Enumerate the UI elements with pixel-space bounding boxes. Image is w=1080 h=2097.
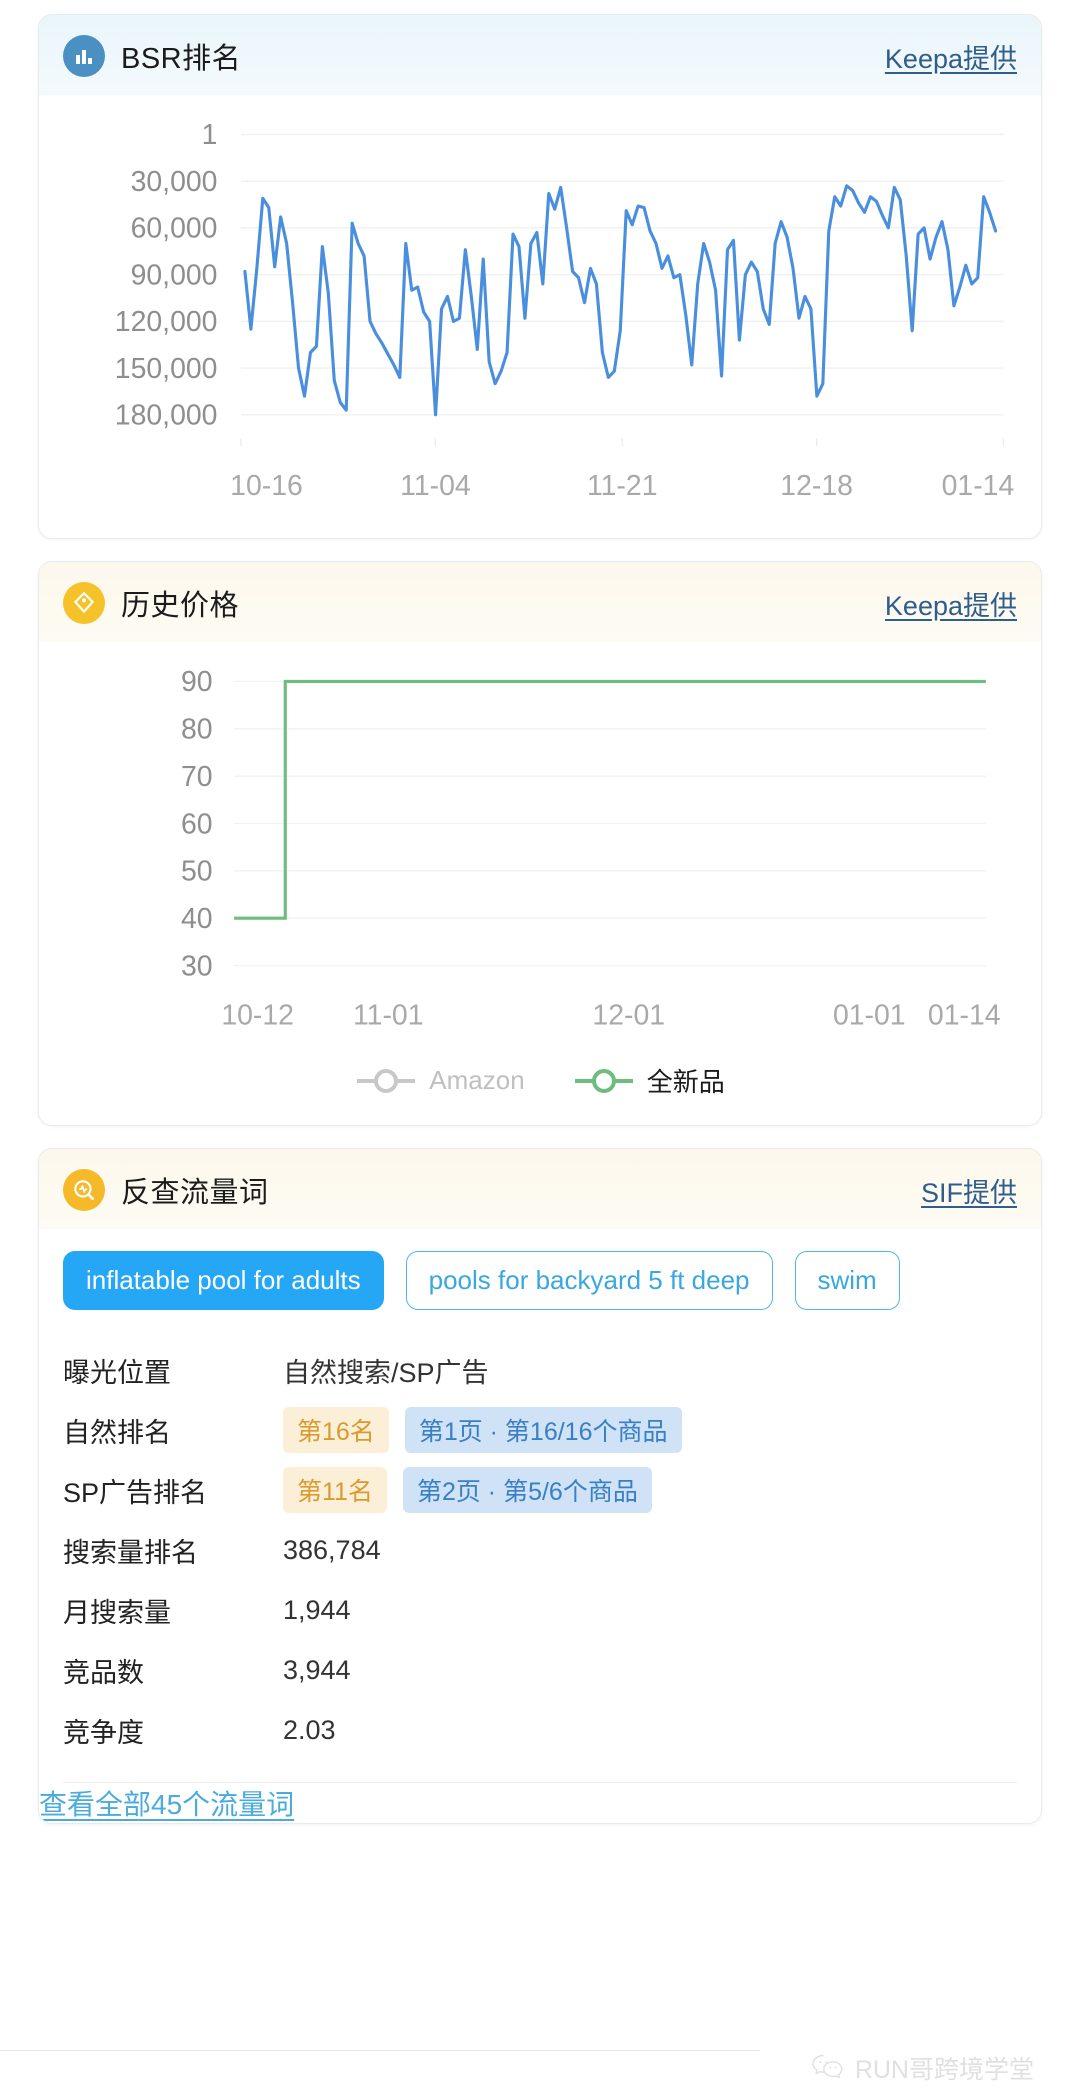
svg-text:1: 1 (202, 119, 218, 151)
row-value-text: 386,784 (283, 1534, 381, 1565)
position-badge: 第1页 · 第16/16个商品 (404, 1407, 682, 1454)
svg-text:30,000: 30,000 (131, 166, 218, 198)
table-row: 曝光位置 自然搜索/SP广告 (63, 1340, 1017, 1400)
row-value: 1,944 (283, 1595, 351, 1626)
price-history-card: 历史价格 Keepa提供 90 80 70 60 50 40 30 10-12 11-01 12… (38, 561, 1042, 1127)
table-row: 自然排名 第16名 第1页 · 第16/16个商品 (63, 1400, 1017, 1460)
legend-marker-icon (574, 1068, 633, 1093)
row-label: 月搜索量 (63, 1597, 171, 1628)
search-pulse-icon (63, 1169, 105, 1212)
watermark: RUN哥跨境学堂 (811, 2050, 1034, 2086)
row-label: 自然排名 (63, 1417, 171, 1448)
svg-text:90,000: 90,000 (131, 259, 218, 291)
position-badge: 第2页 · 第5/6个商品 (402, 1467, 652, 1514)
keyword-source-link[interactable]: SIF提供 (921, 1171, 1017, 1210)
footer-divider (0, 2050, 760, 2051)
rank-badge: 第16名 (283, 1407, 389, 1454)
svg-text:01-14: 01-14 (942, 470, 1015, 502)
view-all-keywords-link[interactable]: 查看全部45个流量词 (39, 1761, 294, 1823)
svg-text:11-01: 11-01 (353, 1000, 424, 1032)
bsr-chart-body: 1 30,000 60,000 90,000 120,000 150,000 180,000… (39, 95, 1041, 539)
keyword-header-left: 反查流量词 (63, 1169, 269, 1212)
table-row: 竞品数 3,944 (63, 1640, 1017, 1700)
row-value-text: 1,944 (283, 1594, 351, 1625)
legend-item-new[interactable]: 全新品 (573, 1062, 725, 1099)
watermark-text: RUN哥跨境学堂 (854, 2056, 1034, 2084)
row-value: 自然搜索/SP广告 (283, 1351, 489, 1390)
keyword-chip-list[interactable]: inflatable pool for adults pools for bac… (39, 1229, 1041, 1326)
price-source-link[interactable]: Keepa提供 (885, 584, 1017, 623)
table-row: 搜索量排名 386,784 (63, 1520, 1017, 1580)
price-card-header: 历史价格 Keepa提供 (39, 562, 1041, 643)
price-chart-body: 90 80 70 60 50 40 30 10-12 11-01 12-01 01-01 01-14 (39, 642, 1041, 1057)
svg-text:70: 70 (181, 761, 213, 793)
row-label: 搜索量排名 (63, 1537, 198, 1568)
svg-text:10-12: 10-12 (221, 1000, 294, 1032)
row-label: 竞争度 (63, 1717, 144, 1748)
legend-label-new: 全新品 (646, 1067, 725, 1098)
svg-text:50: 50 (181, 856, 213, 888)
keyword-chip[interactable]: pools for backyard 5 ft deep (405, 1251, 773, 1311)
bsr-header-left: BSR排名 (63, 35, 241, 77)
price-legend: Amazon 全新品 (39, 1056, 1041, 1126)
svg-text:40: 40 (181, 903, 213, 935)
svg-text:11-21: 11-21 (587, 470, 658, 502)
row-value: 2.03 (283, 1715, 336, 1746)
row-value: 3,944 (283, 1655, 351, 1686)
keyword-card-title: 反查流量词 (121, 1177, 269, 1210)
bar-chart-icon (63, 35, 105, 77)
bsr-line-chart[interactable]: 1 30,000 60,000 90,000 120,000 150,000 180,000… (45, 105, 1025, 526)
row-label: SP广告排名 (63, 1477, 208, 1508)
svg-text:80: 80 (181, 714, 213, 746)
svg-text:120,000: 120,000 (115, 306, 218, 338)
bsr-card-header: BSR排名 Keepa提供 (39, 15, 1041, 95)
svg-text:11-04: 11-04 (400, 470, 471, 502)
svg-text:10-16: 10-16 (230, 470, 303, 502)
keyword-card-header: 反查流量词 SIF提供 (39, 1149, 1041, 1230)
svg-text:12-01: 12-01 (592, 1000, 665, 1032)
traffic-keyword-card: 反查流量词 SIF提供 inflatable pool for adults p… (38, 1148, 1042, 1825)
svg-text:90: 90 (181, 667, 213, 699)
bsr-rank-card: BSR排名 Keepa提供 1 30,000 60,000 90,000 120,000… (38, 14, 1042, 540)
row-value-text: 自然搜索/SP广告 (283, 1357, 489, 1388)
keyword-spec-table: 曝光位置 自然搜索/SP广告 自然排名 第16名 第1页 · 第16/16个商品… (39, 1326, 1041, 1770)
row-value-text: 3,944 (283, 1654, 351, 1685)
table-row: SP广告排名 第11名 第2页 · 第5/6个商品 (63, 1460, 1017, 1520)
footer-watermark-bar: RUN哥跨境学堂 (0, 2039, 1080, 2097)
table-row: 月搜索量 1,944 (63, 1580, 1017, 1640)
rank-badge: 第11名 (283, 1467, 387, 1514)
bsr-source-link[interactable]: Keepa提供 (885, 37, 1017, 76)
svg-text:60: 60 (181, 809, 213, 841)
svg-text:150,000: 150,000 (115, 353, 218, 385)
svg-text:12-18: 12-18 (780, 470, 853, 502)
row-label: 竞品数 (63, 1657, 144, 1688)
row-value-text: 2.03 (283, 1714, 336, 1745)
price-header-left: 历史价格 (63, 582, 240, 625)
wechat-icon (812, 2054, 843, 2079)
svg-text:30: 30 (181, 951, 213, 983)
legend-label-amazon: Amazon (429, 1065, 525, 1096)
legend-marker-icon (357, 1068, 416, 1093)
row-value: 386,784 (283, 1535, 381, 1566)
svg-text:180,000: 180,000 (115, 400, 218, 432)
row-value: 第16名 第1页 · 第16/16个商品 (283, 1407, 682, 1454)
price-line-chart[interactable]: 90 80 70 60 50 40 30 10-12 11-01 12-01 01-01 01-14 (45, 652, 1025, 1044)
row-value: 第11名 第2页 · 第5/6个商品 (283, 1467, 652, 1514)
legend-item-amazon[interactable]: Amazon (355, 1065, 525, 1096)
svg-text:01-14: 01-14 (928, 1000, 1001, 1032)
row-label: 曝光位置 (63, 1357, 171, 1388)
table-row: 竞争度 2.03 (63, 1700, 1017, 1760)
page-root: BSR排名 Keepa提供 1 30,000 60,000 90,000 120,000… (0, 0, 1080, 1825)
keyword-chip[interactable]: inflatable pool for adults (63, 1251, 384, 1311)
keyword-chip[interactable]: swim (794, 1251, 900, 1311)
bsr-card-title: BSR排名 (121, 43, 242, 75)
svg-text:01-01: 01-01 (833, 1000, 906, 1032)
price-tag-icon (63, 582, 105, 625)
price-card-title: 历史价格 (121, 590, 240, 623)
svg-text:60,000: 60,000 (131, 213, 218, 245)
